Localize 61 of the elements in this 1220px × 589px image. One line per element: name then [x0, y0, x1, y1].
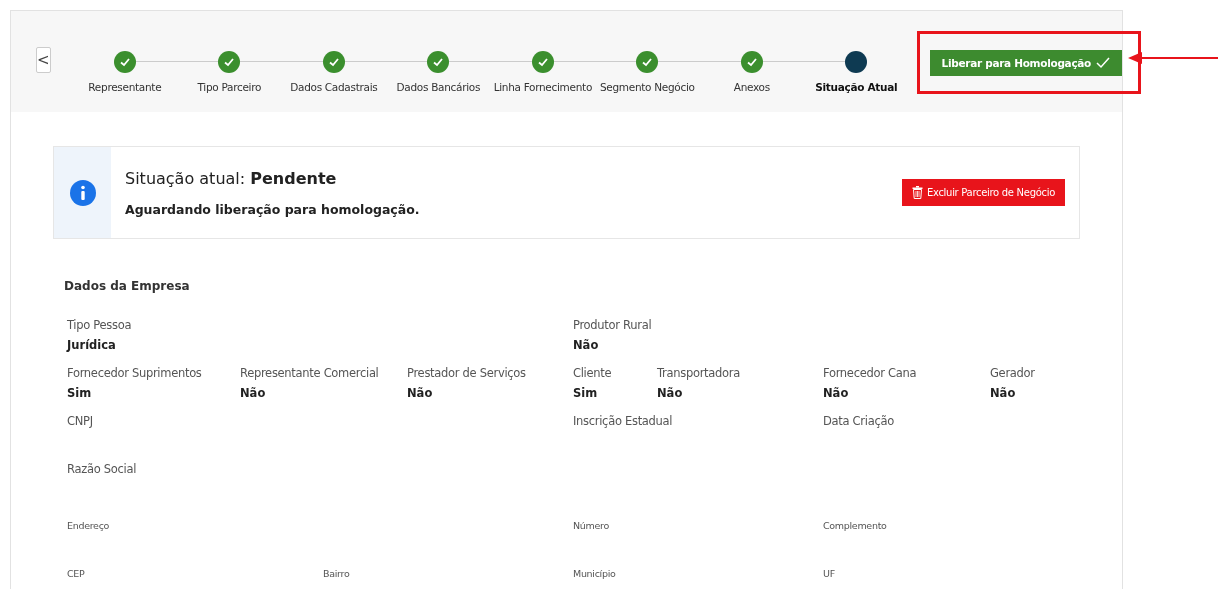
check-icon: [223, 56, 236, 68]
field-value: Não: [823, 386, 850, 400]
step-label[interactable]: Tipo Parceiro: [197, 81, 262, 93]
field-value: Não: [657, 386, 684, 400]
back-button[interactable]: <: [36, 47, 51, 73]
trash-icon: [911, 186, 923, 199]
field-label: Fornecedor Cana: [823, 366, 918, 380]
field-label: Transportadora: [657, 366, 741, 380]
section-title: Dados da Empresa: [64, 279, 191, 293]
field-label: CEP: [67, 568, 86, 579]
current-step-marker[interactable]: [845, 51, 868, 73]
completed-step-marker[interactable]: [218, 51, 241, 73]
field-label: Cliente: [573, 366, 613, 380]
release-button[interactable]: Liberar para Homologação: [929, 50, 1123, 76]
status-title: Situação atual: Pendente: [125, 168, 338, 188]
check-icon: [641, 56, 654, 68]
field-value: Não: [573, 338, 600, 352]
completed-step-marker[interactable]: [636, 51, 659, 73]
field-value: Não: [990, 386, 1017, 400]
field-label: Prestador de Serviços: [407, 366, 527, 380]
step-label[interactable]: Anexos: [733, 81, 770, 93]
completed-step-marker[interactable]: [322, 51, 345, 73]
field-label: Razão Social: [67, 462, 138, 476]
completed-step-marker[interactable]: [427, 51, 450, 73]
check-icon: [118, 56, 131, 68]
completed-step-marker[interactable]: [740, 51, 763, 73]
step-label[interactable]: Dados Cadastrais: [290, 81, 378, 93]
completed-step-marker[interactable]: [531, 51, 554, 73]
field-value: Sim: [67, 386, 93, 400]
completed-step-marker[interactable]: [113, 51, 136, 73]
field-label: CNPJ: [67, 414, 94, 428]
check-icon: [745, 56, 758, 68]
field-value: Sim: [573, 386, 599, 400]
step-label[interactable]: Representante: [88, 81, 162, 93]
field-label: Produtor Rural: [573, 318, 653, 332]
step-label[interactable]: Segmento Negócio: [599, 81, 695, 93]
field-label: UF: [823, 568, 836, 579]
field-value: Não: [407, 386, 434, 400]
step-label[interactable]: Situação Atual: [815, 81, 898, 93]
step-label[interactable]: Dados Bancários: [396, 81, 481, 93]
field-label: Gerador: [990, 366, 1036, 380]
status-message: Aguardando liberação para homologação.: [125, 201, 421, 217]
check-icon: [1096, 57, 1111, 69]
check-icon: [327, 56, 340, 68]
field-label: Representante Comercial: [240, 366, 380, 380]
delete-button[interactable]: Excluir Parceiro de Negócio: [901, 179, 1065, 206]
info-icon: [69, 179, 96, 206]
check-icon: [536, 56, 549, 68]
step-label[interactable]: Linha Fornecimento: [493, 81, 592, 93]
field-label: Data Criação: [823, 414, 895, 428]
field-label: Tipo Pessoa: [67, 318, 133, 332]
field-label: Número: [573, 520, 610, 531]
field-value: Não: [240, 386, 267, 400]
field-label: Inscrição Estadual: [573, 414, 674, 428]
field-label: Endereço: [67, 520, 111, 531]
field-label: Município: [573, 568, 617, 579]
field-label: Bairro: [323, 568, 351, 579]
field-label: Complemento: [823, 520, 888, 531]
field-label: Fornecedor Suprimentos: [67, 366, 203, 380]
check-icon: [432, 56, 445, 68]
field-value: Jurídica: [67, 338, 117, 352]
